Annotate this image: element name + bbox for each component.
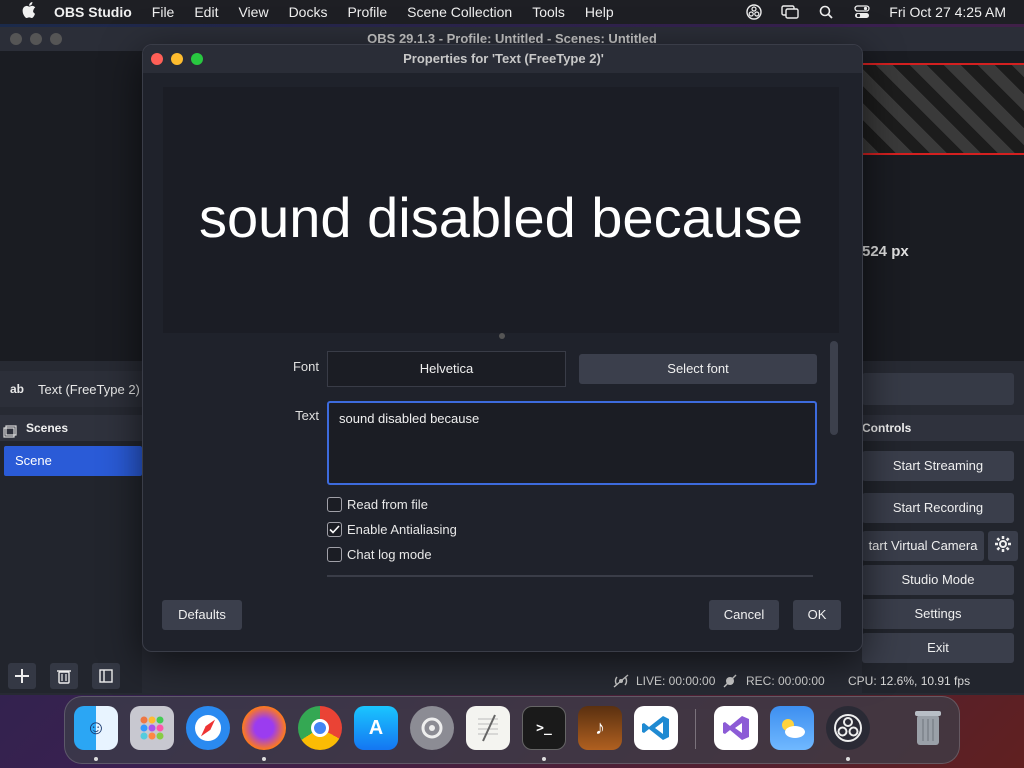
textedit-icon[interactable] xyxy=(466,706,510,750)
obs-status-icon[interactable] xyxy=(745,3,763,21)
terminal-icon[interactable]: >_ xyxy=(522,706,566,750)
ok-button[interactable]: OK xyxy=(793,600,841,630)
app-store-icon[interactable]: A xyxy=(354,706,398,750)
preview-source-bounds xyxy=(862,63,1024,155)
obs-icon[interactable] xyxy=(826,706,870,750)
obs-maximize-button[interactable] xyxy=(50,33,62,45)
rec-icon xyxy=(723,674,737,691)
checkbox-label: Chat log mode xyxy=(347,546,432,562)
chat-log-mode-checkbox[interactable]: Chat log mode xyxy=(327,545,432,563)
start-virtual-camera-button[interactable]: tart Virtual Camera xyxy=(862,531,984,561)
menu-docks[interactable]: Docks xyxy=(289,4,328,20)
safari-icon[interactable] xyxy=(186,706,230,750)
text-label: Text xyxy=(295,408,319,423)
splitter-handle[interactable] xyxy=(499,333,505,339)
checkbox-box-checked[interactable] xyxy=(327,521,342,537)
properties-scrollbar[interactable] xyxy=(830,341,838,435)
virtual-camera-settings-button[interactable] xyxy=(988,531,1018,561)
read-from-file-checkbox[interactable]: Read from file xyxy=(327,495,428,513)
firefox-icon[interactable] xyxy=(242,706,286,750)
exit-button[interactable]: Exit xyxy=(862,633,1014,663)
live-timer: LIVE: 00:00:00 xyxy=(636,674,716,688)
garageband-icon[interactable]: ♪ xyxy=(578,706,622,750)
obs-close-button[interactable] xyxy=(10,33,22,45)
controls-panel: Start Streaming Start Recording tart Vir… xyxy=(862,441,1024,693)
dialog-title: Properties for 'Text (FreeType 2)' xyxy=(143,45,862,73)
menubar: OBS Studio File Edit View Docks Profile … xyxy=(0,0,1024,24)
selected-source-name: Text (FreeType 2) xyxy=(38,381,140,397)
menu-app-name[interactable]: OBS Studio xyxy=(54,4,132,20)
cpu-readout: CPU: 12.6%, 10.91 fps xyxy=(848,674,971,688)
start-streaming-button[interactable]: Start Streaming xyxy=(862,451,1014,481)
dialog-maximize-button[interactable] xyxy=(191,53,203,65)
start-recording-button[interactable]: Start Recording xyxy=(862,493,1014,523)
source-toolbar-field[interactable] xyxy=(862,373,1014,405)
running-indicator xyxy=(846,757,850,761)
search-icon[interactable] xyxy=(817,3,835,21)
scene-item[interactable]: Scene xyxy=(4,446,142,476)
running-indicator xyxy=(94,757,98,761)
select-font-button[interactable]: Select font xyxy=(579,354,817,384)
obs-minimize-button[interactable] xyxy=(30,33,42,45)
control-center-icon[interactable] xyxy=(853,3,871,21)
dock-separator xyxy=(695,709,696,749)
system-settings-icon[interactable] xyxy=(410,706,454,750)
source-preview: sound disabled because xyxy=(163,87,839,333)
dialog-minimize-button[interactable] xyxy=(171,53,183,65)
launchpad-icon[interactable] xyxy=(130,706,174,750)
checkbox-label: Read from file xyxy=(347,496,428,512)
menubar-clock[interactable]: Fri Oct 27 4:25 AM xyxy=(889,4,1006,20)
source-toolbar[interactable]: ab Text (FreeType 2) xyxy=(0,371,142,407)
scenes-list: Scene xyxy=(0,441,142,693)
properties-dialog: Properties for 'Text (FreeType 2)' sound… xyxy=(142,44,863,652)
running-indicator xyxy=(542,757,546,761)
menu-tools[interactable]: Tools xyxy=(532,4,565,20)
controls-header-label: Controls xyxy=(862,421,912,435)
menu-view[interactable]: View xyxy=(238,4,268,20)
settings-button[interactable]: Settings xyxy=(862,599,1014,629)
gear-icon xyxy=(994,535,1012,558)
controls-dock-header: Controls xyxy=(862,415,1024,441)
menu-help[interactable]: Help xyxy=(585,4,614,20)
trash-icon[interactable] xyxy=(906,706,950,750)
live-icon xyxy=(612,674,630,691)
dialog-close-button[interactable] xyxy=(151,53,163,65)
screen-mirroring-icon[interactable] xyxy=(781,3,799,21)
checkbox-box[interactable] xyxy=(327,546,342,562)
menu-edit[interactable]: Edit xyxy=(194,4,218,20)
defaults-button[interactable]: Defaults xyxy=(162,600,242,630)
chrome-icon[interactable] xyxy=(298,706,342,750)
menu-scene-collection[interactable]: Scene Collection xyxy=(407,4,512,20)
running-indicator xyxy=(262,757,266,761)
cancel-button[interactable]: Cancel xyxy=(709,600,779,630)
finder-icon[interactable]: ☺ xyxy=(74,706,118,750)
scenes-dock-header: Scenes xyxy=(0,415,142,441)
dock: ☺ A >_ ♪ xyxy=(64,696,960,764)
vscode-icon[interactable] xyxy=(634,706,678,750)
menu-profile[interactable]: Profile xyxy=(347,4,387,20)
status-bar: LIVE: 00:00:00 REC: 00:00:00 CPU: 12.6%,… xyxy=(0,667,1024,695)
text-source-icon: ab xyxy=(10,382,25,396)
font-display: Helvetica xyxy=(327,351,566,387)
enable-antialiasing-checkbox[interactable]: Enable Antialiasing xyxy=(327,520,457,538)
weather-icon[interactable] xyxy=(770,706,814,750)
menu-file[interactable]: File xyxy=(152,4,175,20)
font-label: Font xyxy=(292,359,319,374)
size-readout: 524 px xyxy=(862,243,909,260)
preview-text: sound disabled because xyxy=(198,186,804,249)
checkbox-box[interactable] xyxy=(327,496,342,512)
visual-studio-icon[interactable] xyxy=(714,706,758,750)
rec-timer: REC: 00:00:00 xyxy=(746,674,825,688)
studio-mode-button[interactable]: Studio Mode xyxy=(862,565,1014,595)
scenes-header-label: Scenes xyxy=(26,421,69,435)
apple-menu-icon[interactable] xyxy=(20,1,38,23)
properties-divider xyxy=(327,575,813,577)
checkbox-label: Enable Antialiasing xyxy=(347,521,457,537)
text-input[interactable]: sound disabled because xyxy=(327,401,817,485)
